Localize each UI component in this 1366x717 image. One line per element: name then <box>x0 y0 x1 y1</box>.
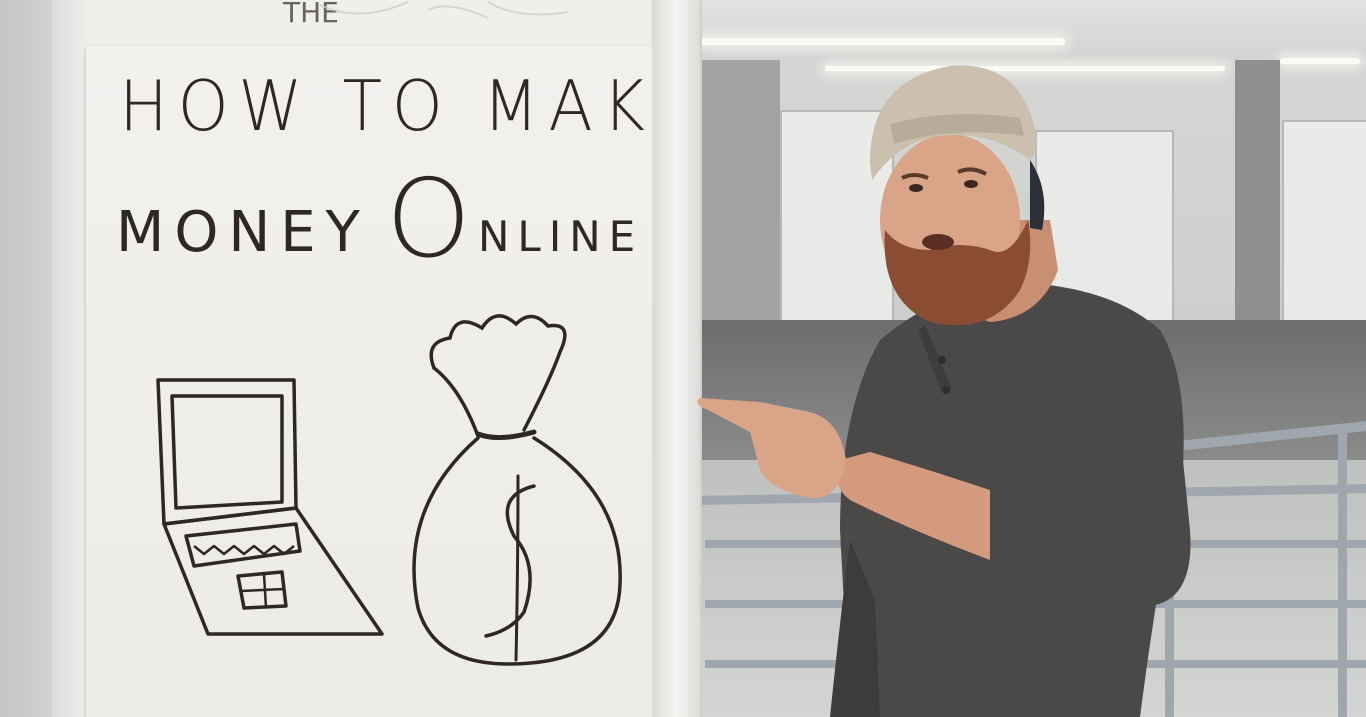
left-wall <box>0 0 55 717</box>
scribble-text: THE <box>282 0 339 29</box>
cap-strap <box>1030 160 1045 230</box>
head <box>880 134 1031 326</box>
laptop-drawing <box>156 378 384 636</box>
title-line-2-nline: NLINE <box>478 212 643 261</box>
title-line-1: HOW TO MAKE <box>119 66 656 147</box>
video-frame: THE HOW TO MAKE MONEY O NLINE <box>0 0 1366 717</box>
handwritten-notes: HOW TO MAKE MONEY O NLINE $ <box>116 66 656 666</box>
flip-chart-binding: THE <box>88 0 650 48</box>
mouth <box>922 234 954 250</box>
money-bag-drawing <box>412 314 622 666</box>
previous-page-scribble: THE <box>282 0 569 29</box>
ceiling <box>690 0 1366 60</box>
title-line-2-money: MONEY <box>116 200 370 265</box>
ceiling-light <box>700 38 1065 45</box>
presenter <box>697 65 1191 717</box>
title-line-2-o: O <box>386 157 471 282</box>
